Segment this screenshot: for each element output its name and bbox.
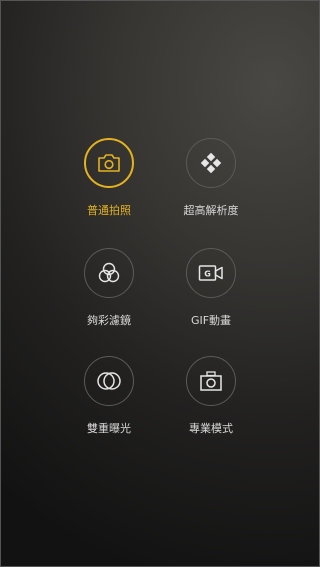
- mode-double-exposure[interactable]: 雙重曝光: [59, 356, 159, 456]
- camera-mode-screen: 普通拍照 超高解析度 夠彩濾鏡 G GIF動畫 雙重曝光 專業模式: [0, 0, 320, 567]
- pro-mode-camera-icon: [186, 356, 236, 406]
- mode-gif-animation[interactable]: G GIF動畫: [161, 248, 261, 348]
- mode-label: 普通拍照: [87, 204, 131, 217]
- mode-label: 夠彩濾鏡: [87, 314, 131, 327]
- mode-normal-photo[interactable]: 普通拍照: [59, 138, 159, 238]
- mode-label: 雙重曝光: [87, 422, 131, 435]
- mode-pro[interactable]: 專業模式: [161, 356, 261, 456]
- mode-super-resolution[interactable]: 超高解析度: [161, 138, 261, 238]
- mode-label: GIF動畫: [190, 314, 232, 327]
- double-exposure-icon: [84, 356, 134, 406]
- mode-label: 超高解析度: [183, 204, 239, 217]
- camera-icon: [84, 138, 134, 188]
- super-resolution-icon: [186, 138, 236, 188]
- mode-color-filter[interactable]: 夠彩濾鏡: [59, 248, 159, 348]
- mode-label: 專業模式: [189, 422, 233, 435]
- gif-letter: G: [204, 270, 211, 279]
- color-filter-icon: [84, 248, 134, 298]
- gif-animation-icon: G: [186, 248, 236, 298]
